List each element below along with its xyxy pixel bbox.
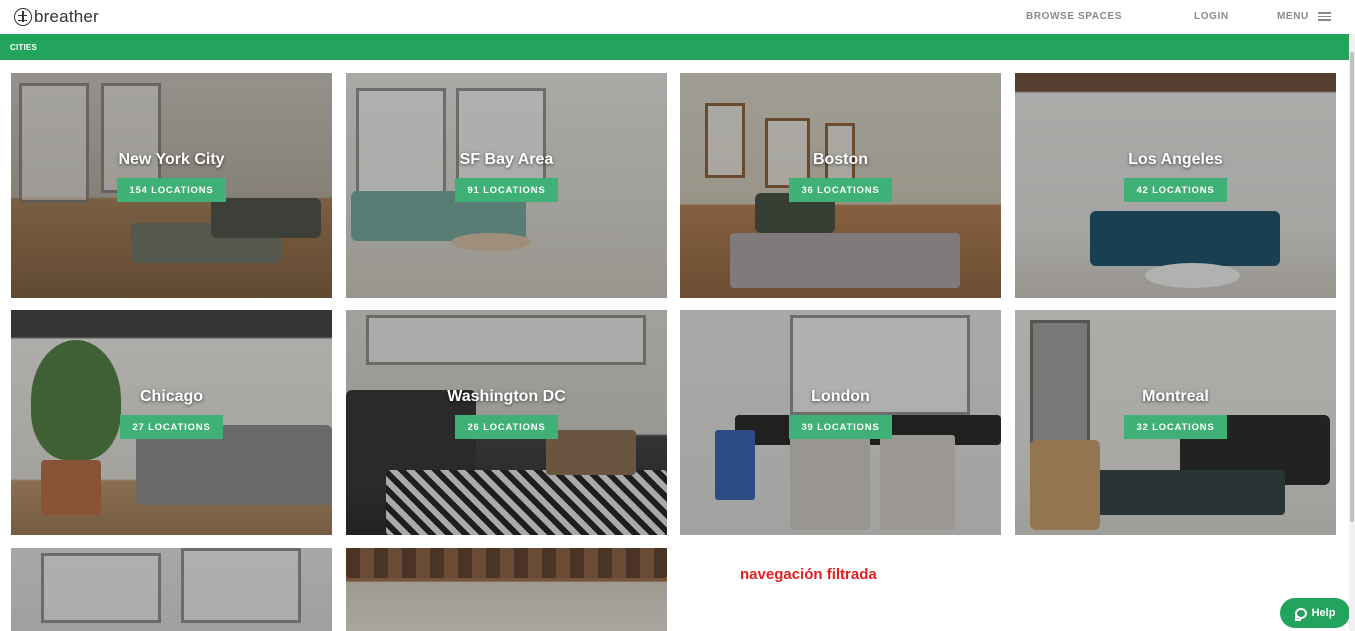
city-name: SF Bay Area — [459, 151, 554, 168]
city-tile-montreal[interactable]: Montreal 32 LOCATIONS — [1015, 310, 1336, 535]
city-tile-washington-dc[interactable]: Washington DC 26 LOCATIONS — [346, 310, 667, 535]
locations-badge[interactable]: 42 LOCATIONS — [1124, 178, 1227, 202]
menu-button[interactable]: MENU — [1277, 11, 1331, 22]
page-scrollbar[interactable] — [1349, 34, 1355, 631]
locations-badge[interactable]: 27 LOCATIONS — [120, 415, 223, 439]
city-tile-boston[interactable]: Boston 36 LOCATIONS — [680, 73, 1001, 298]
breather-logo-icon — [14, 8, 32, 26]
chat-bubble-icon — [1294, 607, 1307, 621]
city-tile-partial[interactable] — [11, 548, 332, 631]
tile-overlay — [346, 548, 667, 631]
menu-label: MENU — [1277, 11, 1309, 22]
tile-overlay — [11, 548, 332, 631]
city-tile-london[interactable]: London 39 LOCATIONS — [680, 310, 1001, 535]
breather-logo[interactable]: breather — [14, 6, 99, 28]
locations-badge[interactable]: 39 LOCATIONS — [789, 415, 892, 439]
hamburger-icon — [1317, 12, 1331, 21]
annotation-text: navegación filtrada — [740, 566, 877, 583]
locations-badge[interactable]: 154 LOCATIONS — [117, 178, 226, 202]
scrollbar-thumb[interactable] — [1350, 52, 1354, 522]
locations-badge[interactable]: 36 LOCATIONS — [789, 178, 892, 202]
city-name: London — [811, 388, 870, 405]
cities-bar: CITIES — [0, 34, 1349, 60]
city-name: Boston — [812, 151, 869, 168]
login-link[interactable]: LOGIN — [1194, 11, 1229, 22]
help-label: Help — [1311, 607, 1336, 619]
city-name: Los Angeles — [1128, 151, 1223, 168]
city-tile-new-york[interactable]: New York City 154 LOCATIONS — [11, 73, 332, 298]
city-tile-sf-bay-area[interactable]: SF Bay Area 91 LOCATIONS — [346, 73, 667, 298]
city-name: Washington DC — [447, 388, 566, 405]
browse-spaces-link[interactable]: BROWSE SPACES — [1026, 11, 1122, 22]
city-tile-chicago[interactable]: Chicago 27 LOCATIONS — [11, 310, 332, 535]
city-tile-los-angeles[interactable]: Los Angeles 42 LOCATIONS — [1015, 73, 1336, 298]
city-name: New York City — [118, 151, 225, 168]
help-button[interactable]: Help — [1280, 598, 1350, 628]
city-name: Montreal — [1142, 388, 1209, 405]
city-name: Chicago — [139, 388, 204, 405]
city-tile-partial[interactable] — [346, 548, 667, 631]
locations-badge[interactable]: 26 LOCATIONS — [455, 415, 558, 439]
locations-badge[interactable]: 91 LOCATIONS — [455, 178, 558, 202]
site-header: breather BROWSE SPACES LOGIN MENU — [0, 0, 1355, 34]
cities-label: CITIES — [10, 43, 37, 52]
locations-badge[interactable]: 32 LOCATIONS — [1124, 415, 1227, 439]
logo-text: breather — [34, 7, 99, 26]
